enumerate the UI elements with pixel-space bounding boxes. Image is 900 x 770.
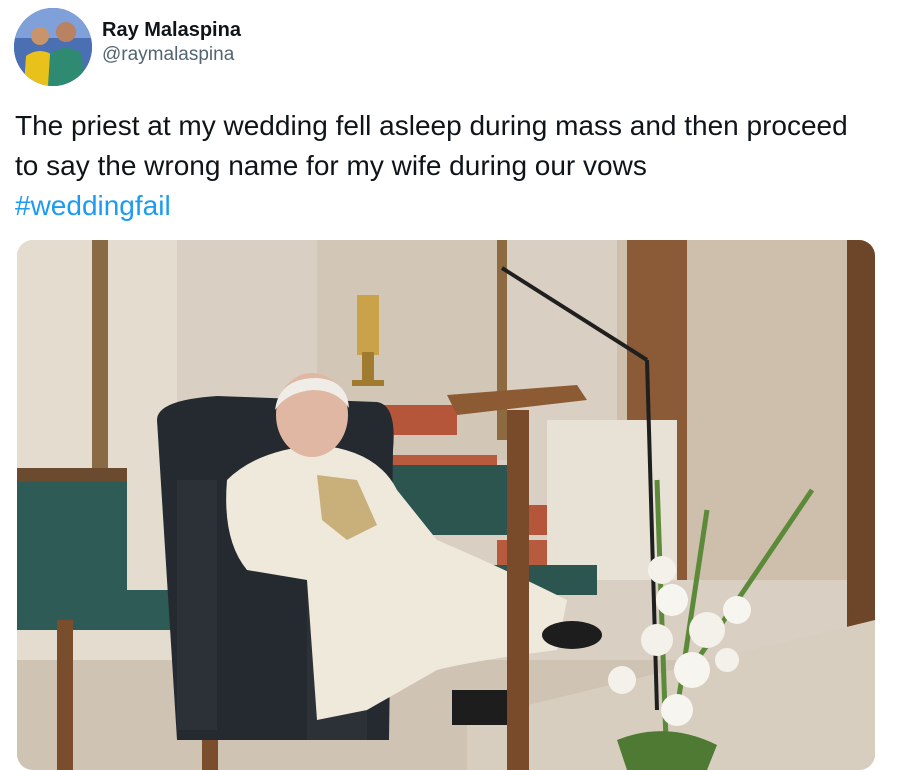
tweet-photo[interactable]	[17, 240, 875, 770]
tweet-header: Ray Malaspina @raymalaspina	[14, 8, 241, 86]
tweet-text: The priest at my wedding fell asleep dur…	[15, 106, 875, 226]
hashtag-link[interactable]: #weddingfail	[15, 190, 171, 221]
tweet-body: The priest at my wedding fell asleep dur…	[15, 110, 848, 181]
display-name[interactable]: Ray Malaspina	[102, 17, 241, 43]
avatar[interactable]	[14, 8, 92, 86]
photo-illustration	[17, 240, 875, 770]
user-handle[interactable]: @raymalaspina	[102, 43, 241, 67]
author-names: Ray Malaspina @raymalaspina	[102, 17, 241, 67]
tweet: Ray Malaspina @raymalaspina The priest a…	[0, 0, 900, 770]
